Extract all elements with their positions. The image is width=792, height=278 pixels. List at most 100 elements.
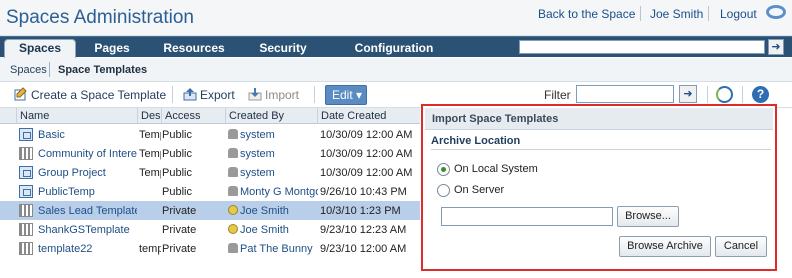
- template-description: Temp: [139, 167, 161, 179]
- date-created: 10/30/09 12:00 AM: [320, 129, 413, 141]
- created-by-cell: Joe Smith: [228, 204, 318, 218]
- header-separator: [708, 6, 709, 21]
- browse-archive-button[interactable]: Browse Archive: [619, 236, 711, 257]
- tab-spaces[interactable]: Spaces: [4, 39, 76, 58]
- cancel-button[interactable]: Cancel: [715, 236, 767, 257]
- create-space-template-button[interactable]: Create a Space Template: [14, 87, 166, 102]
- table-row[interactable]: Group ProjectTempPublic system 10/30/09 12…: [0, 163, 420, 182]
- breadcrumb-spaces-link[interactable]: Spaces: [10, 64, 47, 76]
- row-selector[interactable]: [4, 128, 14, 141]
- template-icon: [19, 204, 33, 217]
- created-by-link[interactable]: Monty G Montgo: [240, 186, 318, 198]
- toolbar-separator: [707, 86, 708, 103]
- template-description: [139, 223, 161, 237]
- column-header-name[interactable]: Name: [16, 108, 137, 124]
- template-name-link[interactable]: ShankGSTemplate: [38, 223, 137, 237]
- date-created: 10/3/10 1:23 PM: [320, 205, 401, 217]
- edit-menu-button[interactable]: Edit ▾: [325, 85, 367, 105]
- app-header: Spaces Administration Back to the Space …: [0, 0, 792, 36]
- logout-link[interactable]: Logout: [720, 7, 757, 21]
- row-selector[interactable]: [4, 204, 14, 217]
- tab-pages[interactable]: Pages: [84, 40, 140, 58]
- filter-label: Filter: [544, 88, 571, 102]
- row-selector[interactable]: [4, 147, 14, 160]
- export-button[interactable]: Export: [183, 87, 235, 102]
- template-access: Private: [162, 243, 197, 255]
- on-local-system-label: On Local System: [454, 163, 538, 175]
- oracle-logo-icon: [766, 5, 786, 19]
- column-header-date-created[interactable]: Date Created: [317, 108, 420, 124]
- create-space-template-label: Create a Space Template: [31, 88, 167, 102]
- table-row[interactable]: Community of IntereTempPublic system 10/30…: [0, 144, 420, 163]
- global-search-input[interactable]: [519, 40, 765, 54]
- table-row[interactable]: Sales Lead Template Private Joe Smith 10/3/…: [0, 201, 420, 220]
- row-selector[interactable]: [4, 223, 14, 236]
- template-name-link[interactable]: PublicTemp: [38, 185, 137, 199]
- import-label: Import: [265, 88, 300, 102]
- chevron-down-icon: ▾: [356, 88, 363, 102]
- column-header-description[interactable]: Description: [137, 108, 161, 124]
- template-icon: [19, 242, 33, 255]
- template-description: [139, 185, 161, 199]
- column-header-created-by[interactable]: Created By: [225, 108, 317, 124]
- template-access: Public: [162, 148, 192, 160]
- filter-go-button[interactable]: ➜: [679, 85, 697, 103]
- template-name-link[interactable]: Group Project: [38, 166, 137, 180]
- space-icon: [19, 128, 33, 141]
- table-row[interactable]: ShankGSTemplate Private Joe Smith 9/23/10 1…: [0, 220, 420, 239]
- user-name-link[interactable]: Joe Smith: [650, 7, 703, 21]
- created-by-cell: Pat The Bunny: [228, 242, 318, 256]
- row-selector[interactable]: [4, 185, 14, 198]
- created-by-link[interactable]: Pat The Bunny: [240, 243, 313, 255]
- template-name-link[interactable]: Sales Lead Template: [38, 204, 137, 218]
- template-description: Temp: [139, 129, 161, 141]
- filter-input[interactable]: [576, 85, 674, 103]
- template-icon: [19, 147, 33, 160]
- edit-menu-label: Edit: [332, 88, 353, 102]
- template-access: Public: [162, 186, 192, 198]
- table-row[interactable]: BasicTempPublic system 10/30/09 12:00 AM: [0, 125, 420, 144]
- created-by-link[interactable]: Joe Smith: [240, 205, 289, 217]
- on-server-radio[interactable]: [437, 184, 450, 197]
- import-space-templates-panel: Import Space Templates Archive Location …: [421, 104, 777, 271]
- tab-resources[interactable]: Resources: [156, 40, 232, 58]
- column-header-access[interactable]: Access: [161, 108, 225, 124]
- created-by-link[interactable]: system: [240, 167, 275, 179]
- header-separator: [640, 6, 641, 21]
- row-selector[interactable]: [4, 166, 14, 179]
- table-header: Name Description Access Created By Date …: [0, 108, 420, 124]
- date-created: 9/23/10 12:23 AM: [320, 224, 407, 236]
- page-title: Space Templates: [58, 64, 148, 76]
- date-created: 9/26/10 10:43 PM: [320, 186, 407, 198]
- archive-file-input[interactable]: [441, 207, 613, 226]
- row-selector[interactable]: [4, 242, 14, 255]
- breadcrumb: Spaces Space Templates: [0, 58, 792, 82]
- import-button[interactable]: Import: [248, 87, 299, 102]
- template-description: [139, 204, 161, 218]
- panel-title: Import Space Templates: [432, 113, 559, 125]
- tab-security[interactable]: Security: [250, 40, 316, 58]
- template-name-link[interactable]: Community of Intere: [38, 147, 137, 161]
- on-local-system-radio[interactable]: [437, 163, 450, 176]
- section-divider: [431, 149, 771, 150]
- refresh-icon[interactable]: [716, 86, 733, 103]
- person-icon: [228, 224, 238, 234]
- space-icon: [19, 166, 33, 179]
- created-by-link[interactable]: system: [240, 148, 275, 160]
- system-user-icon: [228, 167, 238, 177]
- date-created: 9/23/10 12:00 AM: [320, 243, 407, 255]
- global-search-go-button[interactable]: ➜: [768, 39, 784, 55]
- help-icon[interactable]: ?: [752, 86, 769, 103]
- template-name-link[interactable]: Basic: [38, 128, 137, 142]
- template-name-link[interactable]: template22: [38, 242, 137, 256]
- tab-configuration[interactable]: Configuration: [334, 40, 454, 58]
- table-row[interactable]: template22 temp Private Pat The Bunny 9/23/1…: [0, 239, 420, 258]
- created-by-cell: system: [228, 128, 318, 142]
- system-user-icon: [228, 243, 238, 253]
- created-by-link[interactable]: Joe Smith: [240, 224, 289, 236]
- table-row[interactable]: PublicTemp Public Monty G Montgo 9/26/10 10…: [0, 182, 420, 201]
- created-by-link[interactable]: system: [240, 129, 275, 141]
- app-title: Spaces Administration: [6, 7, 194, 28]
- back-to-space-link[interactable]: Back to the Space: [538, 7, 635, 21]
- browse-button[interactable]: Browse...: [617, 206, 679, 227]
